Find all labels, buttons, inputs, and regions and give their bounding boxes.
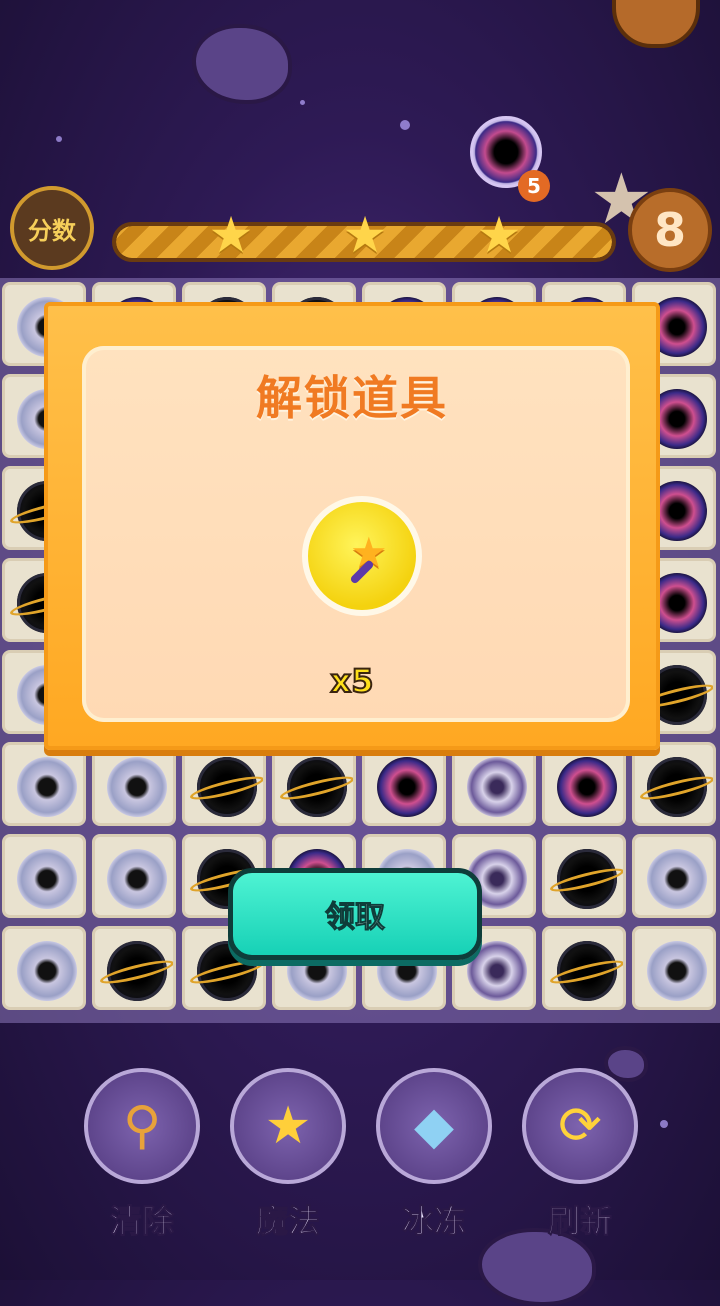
broom-icon[interactable]: ⚲	[84, 1068, 200, 1184]
tool-label: 冰冻	[401, 1202, 466, 1241]
reward-quantity: x5	[330, 661, 375, 701]
reward-item: ★	[302, 496, 422, 616]
claim-button-label: 领取	[325, 900, 386, 936]
unlock-item-dialog: 解锁道具 ★ x5	[44, 302, 660, 750]
tool-label: 魔法	[255, 1202, 320, 1241]
magic-wand-icon: ★	[312, 506, 412, 606]
claim-button[interactable]: 领取	[228, 868, 482, 960]
tool-label: 清除	[109, 1202, 174, 1241]
tool-refresh[interactable]: ⟳ 刷新	[520, 1068, 640, 1242]
tool-magic[interactable]: ★ 魔法	[228, 1068, 348, 1242]
dialog-title: 解锁道具	[256, 371, 448, 425]
tool-clear[interactable]: ⚲ 清除	[82, 1068, 202, 1242]
tool-label: 刷新	[547, 1202, 612, 1241]
refresh-icon[interactable]: ⟳	[522, 1068, 638, 1184]
tool-freeze[interactable]: ◆ 冰冻	[374, 1068, 494, 1242]
ice-cube-icon[interactable]: ◆	[376, 1068, 492, 1184]
magic-wand-icon[interactable]: ★	[230, 1068, 346, 1184]
